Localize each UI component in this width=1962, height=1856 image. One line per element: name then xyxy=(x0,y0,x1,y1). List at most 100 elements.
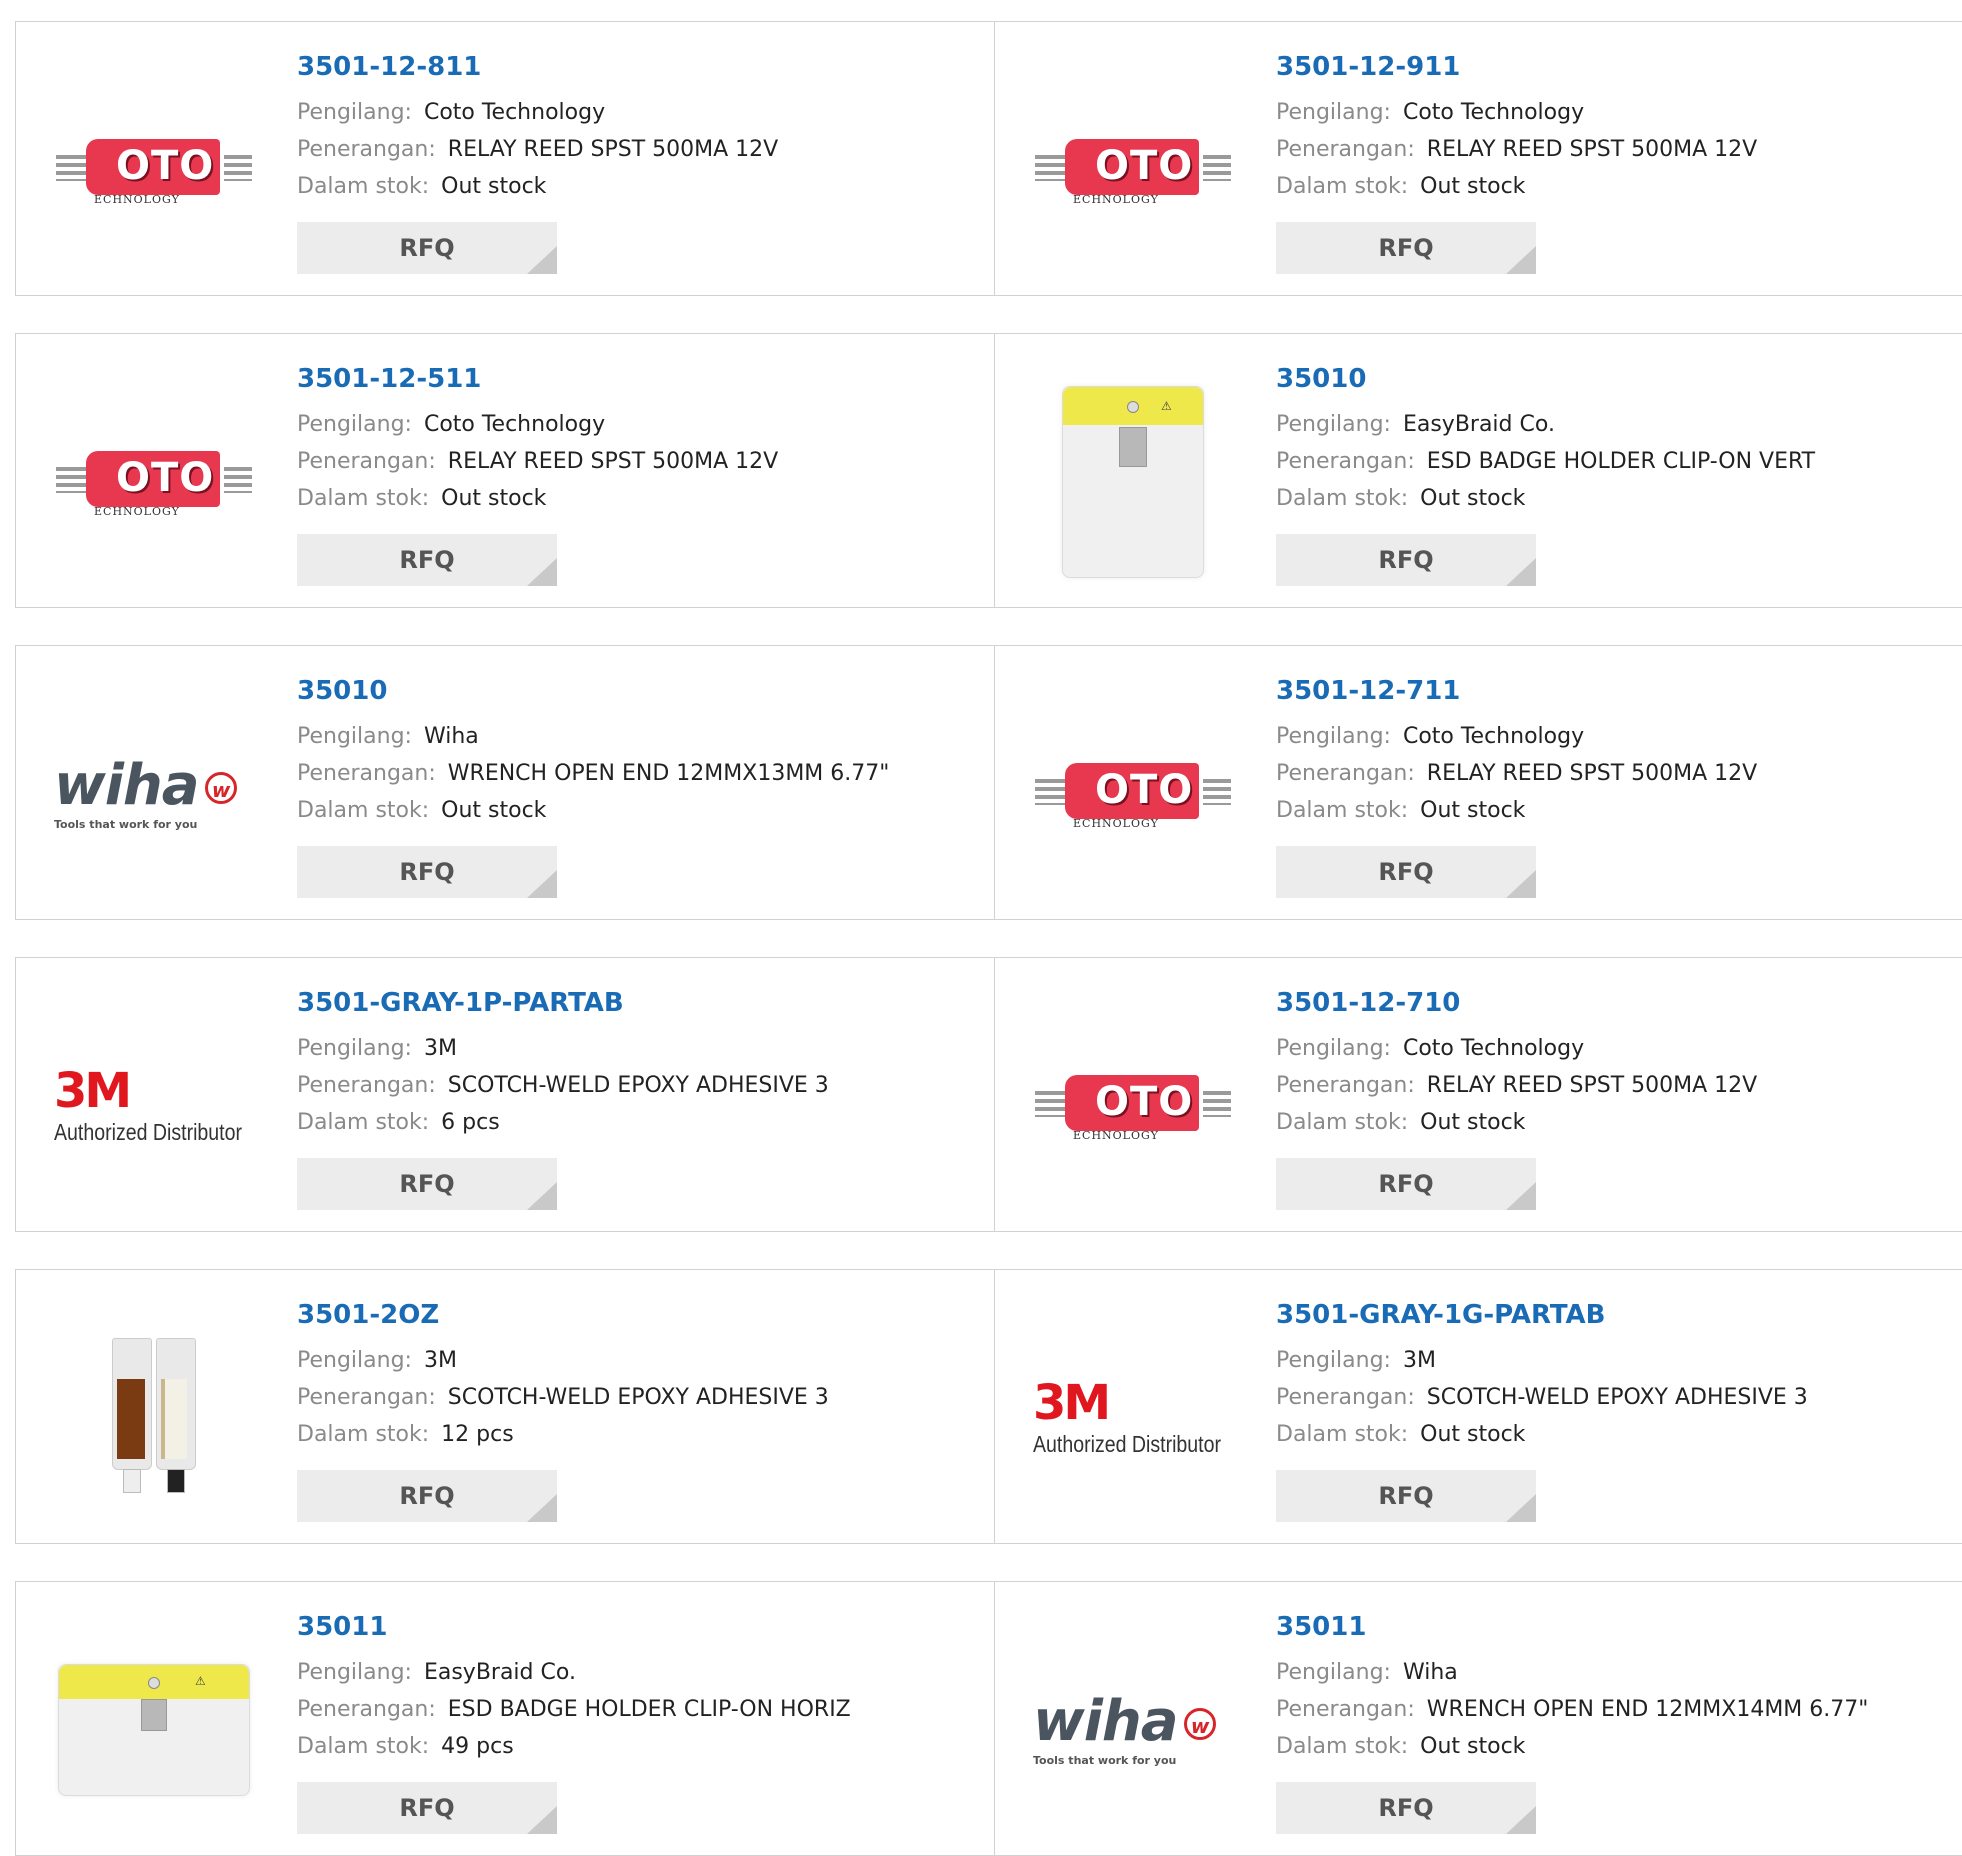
product-image[interactable]: OTO ECHNOLOGY xyxy=(1033,694,1233,894)
product-row: 3M Authorized Distributor 3501-GRAY-1P-PA… xyxy=(15,957,1962,1232)
rfq-button[interactable]: RFQ xyxy=(1276,1782,1536,1834)
part-number-link[interactable]: 35011 xyxy=(297,1610,957,1644)
product-row: OTO ECHNOLOGY 3501-12-511 Pengilang: Coto … xyxy=(15,333,1962,608)
rfq-button[interactable]: RFQ xyxy=(1276,1470,1536,1522)
tube-label xyxy=(161,1379,187,1459)
part-number-link[interactable]: 3501-GRAY-1G-PARTAB xyxy=(1276,1298,1936,1332)
product-image[interactable]: OTO ECHNOLOGY xyxy=(54,382,254,582)
stock-row: Dalam stok: Out stock xyxy=(297,792,957,829)
product-card: ⚠ 35011 Pengilang: EasyBraid Co. Penerang… xyxy=(16,1582,994,1855)
manufacturer-label: Pengilang: xyxy=(1276,412,1391,437)
product-image[interactable]: 3M Authorized Distributor xyxy=(54,1006,254,1206)
description-value: ESD BADGE HOLDER CLIP-ON VERT xyxy=(1426,449,1816,474)
description-value: ESD BADGE HOLDER CLIP-ON HORIZ xyxy=(447,1697,851,1722)
product-image[interactable]: wiha w Tools that work for you xyxy=(1033,1630,1233,1830)
manufacturer-row: Pengilang: Wiha xyxy=(1276,1654,1936,1691)
product-image[interactable]: ⚠ xyxy=(1033,382,1233,582)
product-image[interactable]: 3M Authorized Distributor xyxy=(1033,1318,1233,1518)
product-image[interactable]: ⚠ xyxy=(54,1630,254,1830)
manufacturer-row: Pengilang: Coto Technology xyxy=(297,94,957,131)
rfq-button[interactable]: RFQ xyxy=(1276,846,1536,898)
description-label: Penerangan: xyxy=(1276,137,1415,162)
stock-value: 49 pcs xyxy=(441,1734,514,1759)
product-info: 3501-GRAY-1G-PARTAB Pengilang: 3M Peneran… xyxy=(1276,1298,1936,1453)
stock-row: Dalam stok: Out stock xyxy=(1276,792,1936,829)
description-row: Penerangan: SCOTCH-WELD EPOXY ADHESIVE 3 xyxy=(1276,1379,1936,1416)
product-info: 35010 Pengilang: EasyBraid Co. Penerangan… xyxy=(1276,362,1936,517)
part-number-link[interactable]: 3501-12-710 xyxy=(1276,986,1936,1020)
wiha-logo: wiha w Tools that work for you xyxy=(54,757,254,831)
rfq-button[interactable]: RFQ xyxy=(297,1470,557,1522)
holder-clip xyxy=(141,1699,167,1731)
stock-value: Out stock xyxy=(441,798,547,823)
description-label: Penerangan: xyxy=(297,1697,436,1722)
logo-mark-icon: w xyxy=(1183,1708,1216,1741)
description-value: RELAY REED SPST 500MA 12V xyxy=(1426,137,1758,162)
manufacturer-label: Pengilang: xyxy=(297,1660,412,1685)
rfq-button[interactable]: RFQ xyxy=(297,1158,557,1210)
product-row: 3501-2OZ Pengilang: 3M Penerangan: SCOTCH-… xyxy=(15,1269,1962,1544)
logo-text: OTO xyxy=(116,455,215,501)
manufacturer-row: Pengilang: Coto Technology xyxy=(1276,94,1936,131)
product-info: 3501-12-710 Pengilang: Coto Technology Pe… xyxy=(1276,986,1936,1141)
manufacturer-value: EasyBraid Co. xyxy=(1402,412,1555,437)
product-image[interactable]: wiha w Tools that work for you xyxy=(54,694,254,894)
description-label: Penerangan: xyxy=(1276,1385,1415,1410)
stock-row: Dalam stok: Out stock xyxy=(1276,1728,1936,1765)
part-number-link[interactable]: 3501-GRAY-1P-PARTAB xyxy=(297,986,957,1020)
description-label: Penerangan: xyxy=(297,137,436,162)
stock-label: Dalam stok: xyxy=(297,1110,430,1135)
logo-badge: OTO xyxy=(1065,1075,1199,1131)
rfq-button[interactable]: RFQ xyxy=(297,1782,557,1834)
part-number-link[interactable]: 3501-12-711 xyxy=(1276,674,1936,708)
rfq-button[interactable]: RFQ xyxy=(1276,534,1536,586)
stock-value: Out stock xyxy=(1420,1110,1526,1135)
stock-label: Dalam stok: xyxy=(297,798,430,823)
rfq-button[interactable]: RFQ xyxy=(1276,222,1536,274)
product-image[interactable]: OTO ECHNOLOGY xyxy=(1033,1006,1233,1206)
product-image[interactable]: OTO ECHNOLOGY xyxy=(54,70,254,270)
description-value: WRENCH OPEN END 12MMX14MM 6.77" xyxy=(1426,1697,1869,1722)
description-value: RELAY REED SPST 500MA 12V xyxy=(1426,761,1758,786)
part-number-link[interactable]: 35010 xyxy=(297,674,957,708)
product-info: 35010 Pengilang: Wiha Penerangan: WRENCH O… xyxy=(297,674,957,829)
stock-row: Dalam stok: 49 pcs xyxy=(297,1728,957,1765)
logo-tagline: Tools that work for you xyxy=(54,817,198,831)
manufacturer-label: Pengilang: xyxy=(1276,1660,1391,1685)
description-label: Penerangan: xyxy=(1276,761,1415,786)
rfq-button[interactable]: RFQ xyxy=(297,846,557,898)
stock-value: Out stock xyxy=(1420,798,1526,823)
rfq-button[interactable]: RFQ xyxy=(297,222,557,274)
product-image[interactable] xyxy=(54,1318,254,1518)
adhesive-tube xyxy=(112,1338,152,1493)
holder-snap xyxy=(148,1677,160,1689)
stock-label: Dalam stok: xyxy=(297,1422,430,1447)
part-number-link[interactable]: 35010 xyxy=(1276,362,1936,396)
logo-text: OTO xyxy=(1095,767,1194,813)
stock-row: Dalam stok: Out stock xyxy=(297,168,957,205)
product-row: ⚠ 35011 Pengilang: EasyBraid Co. Penerang… xyxy=(15,1581,1962,1856)
manufacturer-value: Coto Technology xyxy=(1402,1036,1585,1061)
logo-badge: OTO xyxy=(86,139,220,195)
part-number-link[interactable]: 3501-12-511 xyxy=(297,362,957,396)
esd-warning-icon: ⚠ xyxy=(1161,399,1172,413)
description-label: Penerangan: xyxy=(297,1385,436,1410)
part-number-link[interactable]: 3501-12-811 xyxy=(297,50,957,84)
rfq-button[interactable]: RFQ xyxy=(297,534,557,586)
description-value: SCOTCH-WELD EPOXY ADHESIVE 3 xyxy=(1426,1385,1808,1410)
stock-label: Dalam stok: xyxy=(297,486,430,511)
manufacturer-label: Pengilang: xyxy=(297,412,412,437)
product-image[interactable]: OTO ECHNOLOGY xyxy=(1033,70,1233,270)
stock-label: Dalam stok: xyxy=(1276,798,1409,823)
stock-row: Dalam stok: Out stock xyxy=(1276,1104,1936,1141)
part-number-link[interactable]: 3501-2OZ xyxy=(297,1298,957,1332)
manufacturer-label: Pengilang: xyxy=(297,1036,412,1061)
product-card: 3M Authorized Distributor 3501-GRAY-1P-PA… xyxy=(16,958,994,1231)
part-number-link[interactable]: 35011 xyxy=(1276,1610,1936,1644)
logo-tagline: Authorized Distributor xyxy=(1033,1430,1221,1457)
product-info: 3501-12-911 Pengilang: Coto Technology Pe… xyxy=(1276,50,1936,205)
stock-label: Dalam stok: xyxy=(1276,1734,1409,1759)
part-number-link[interactable]: 3501-12-911 xyxy=(1276,50,1936,84)
stock-label: Dalam stok: xyxy=(297,174,430,199)
rfq-button[interactable]: RFQ xyxy=(1276,1158,1536,1210)
